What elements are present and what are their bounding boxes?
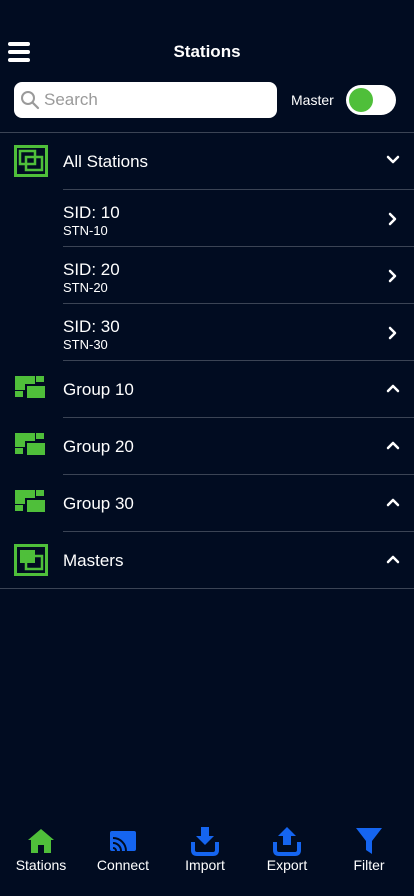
tab-filter[interactable]: Filter <box>328 826 410 886</box>
export-icon <box>273 827 301 856</box>
station-name: STN-30 <box>63 337 108 352</box>
chevron-up-icon[interactable] <box>386 495 400 509</box>
station-name: STN-10 <box>63 223 108 238</box>
tab-import[interactable]: Import <box>164 826 246 886</box>
chevron-up-icon[interactable] <box>386 552 400 566</box>
tab-connect[interactable]: Connect <box>82 826 164 886</box>
chevron-down-icon[interactable] <box>386 153 400 167</box>
home-icon <box>28 829 54 853</box>
group-label: Group 20 <box>63 437 134 456</box>
group-row-20[interactable]: Group 20 <box>0 418 414 475</box>
tab-label: Filter <box>353 857 385 873</box>
all-stations-label: All Stations <box>63 152 149 171</box>
station-sid: SID: 30 <box>63 317 120 336</box>
cast-icon <box>110 831 136 852</box>
tab-label: Import <box>185 857 225 873</box>
stations-icon <box>14 145 48 177</box>
station-name: STN-20 <box>63 280 108 295</box>
master-toggle[interactable] <box>346 85 396 115</box>
station-row-10[interactable]: SID: 10 STN-10 <box>0 190 414 247</box>
group-label: Group 10 <box>63 380 134 399</box>
tab-label: Connect <box>96 857 150 873</box>
chevron-up-icon[interactable] <box>386 438 400 452</box>
masters-label: Masters <box>63 551 124 570</box>
group-icon <box>15 376 47 400</box>
tab-bar: Stations Connect Import Export Filter <box>0 818 414 896</box>
tab-label: Export <box>266 857 308 873</box>
page-title: Stations <box>173 42 241 61</box>
station-sid: SID: 20 <box>63 260 120 279</box>
toggle-knob <box>349 88 373 112</box>
tab-export[interactable]: Export <box>246 826 328 886</box>
search-bar[interactable] <box>14 82 277 118</box>
chevron-right-icon <box>388 326 397 340</box>
search-icon <box>21 91 40 110</box>
all-stations-row[interactable]: All Stations <box>0 133 414 190</box>
masters-row[interactable]: Masters <box>0 532 414 589</box>
tab-label: Stations <box>15 857 67 873</box>
group-icon <box>15 490 47 514</box>
group-row-30[interactable]: Group 30 <box>0 475 414 532</box>
tab-stations[interactable]: Stations <box>0 826 82 886</box>
chevron-right-icon <box>388 269 397 283</box>
group-label: Group 30 <box>63 494 134 513</box>
import-icon <box>191 827 219 856</box>
station-row-30[interactable]: SID: 30 STN-30 <box>0 304 414 361</box>
header: Stations <box>0 0 414 80</box>
station-sid: SID: 10 <box>63 203 120 222</box>
chevron-right-icon <box>388 212 397 226</box>
group-row-10[interactable]: Group 10 <box>0 361 414 418</box>
group-icon <box>15 433 47 457</box>
station-row-20[interactable]: SID: 20 STN-20 <box>0 247 414 304</box>
station-list: All Stations SID: 10 STN-10 SID: 20 STN-… <box>0 133 414 589</box>
divider <box>0 588 414 589</box>
filter-icon <box>356 828 382 854</box>
master-label: Master <box>291 92 334 108</box>
chevron-up-icon[interactable] <box>386 381 400 395</box>
masters-icon <box>14 544 48 576</box>
search-input[interactable] <box>44 90 264 110</box>
